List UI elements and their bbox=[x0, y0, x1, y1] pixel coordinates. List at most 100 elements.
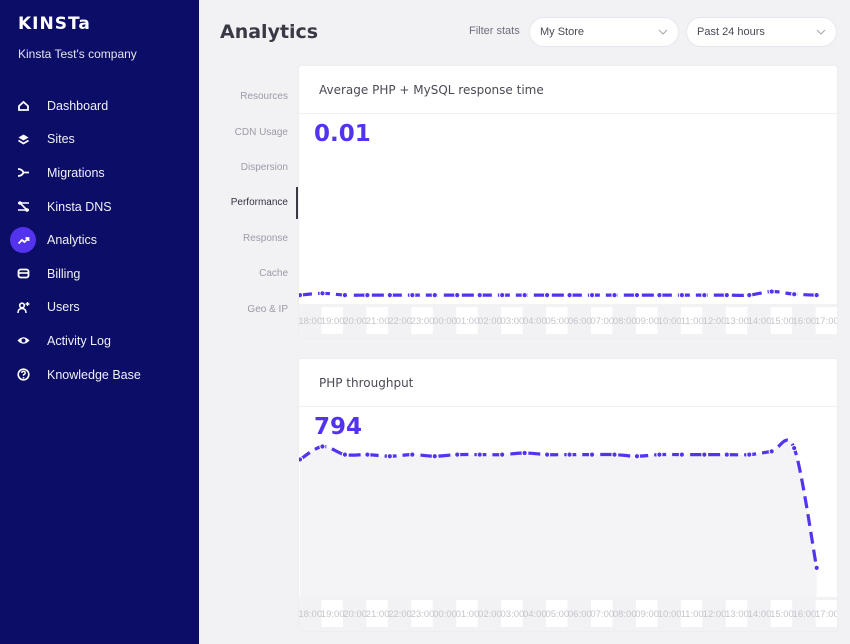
x-tick-label: 13:00 bbox=[725, 316, 749, 327]
x-tick-label: 18:00 bbox=[299, 609, 322, 620]
filter-stats-label: Filter stats bbox=[469, 25, 520, 37]
data-point-18:00 bbox=[299, 292, 304, 299]
x-tick-label: 08:00 bbox=[613, 609, 637, 620]
data-point-13:00 bbox=[723, 292, 730, 299]
data-point-20:00 bbox=[341, 451, 349, 458]
x-tick-label: 02:00 bbox=[478, 609, 502, 620]
data-point-11:00 bbox=[678, 451, 685, 458]
subnav-cdn-usage[interactable]: CDN Usage bbox=[199, 114, 298, 149]
data-point-14:00 bbox=[746, 451, 753, 458]
sidebar-item-users[interactable]: Users bbox=[0, 291, 199, 325]
data-point-19:00 bbox=[319, 290, 326, 297]
x-tick-label: 21:00 bbox=[366, 609, 390, 620]
x-tick-label: 09:00 bbox=[635, 316, 659, 327]
page-title: Analytics bbox=[220, 21, 319, 43]
x-tick-label: 03:00 bbox=[501, 316, 525, 327]
range-select[interactable]: Past 24 hours bbox=[686, 17, 837, 47]
subnav-performance[interactable]: Performance bbox=[199, 185, 298, 220]
sidebar-item-activity-log[interactable]: Activity Log bbox=[0, 324, 199, 358]
sidebar-item-billing[interactable]: Billing bbox=[0, 257, 199, 291]
x-tick-label: 04:00 bbox=[523, 609, 547, 620]
data-point-04:00 bbox=[521, 292, 528, 299]
subnav-cache[interactable]: Cache bbox=[199, 256, 298, 291]
x-tick-label: 11:00 bbox=[681, 609, 704, 620]
sidebar-item-label: Dashboard bbox=[47, 98, 109, 113]
sidebar-item-label: Billing bbox=[47, 266, 81, 281]
data-point-16:00 bbox=[791, 291, 798, 298]
x-tick-label: 17:00 bbox=[815, 316, 837, 327]
sidebar-item-label: Kinsta DNS bbox=[47, 199, 112, 214]
data-point-23:00 bbox=[409, 292, 416, 299]
data-point-21:00 bbox=[364, 292, 371, 299]
x-tick-label: 01:00 bbox=[456, 609, 480, 620]
x-tick-label: 09:00 bbox=[635, 609, 659, 620]
x-tick-label: 10:00 bbox=[658, 316, 682, 327]
x-tick-label: 03:00 bbox=[501, 609, 525, 620]
data-point-06:00 bbox=[566, 451, 573, 458]
x-tick-label: 05:00 bbox=[545, 609, 569, 620]
data-point-05:00 bbox=[543, 292, 551, 299]
company-name[interactable]: Kinsta Test's company bbox=[18, 47, 137, 61]
data-point-04:00 bbox=[521, 449, 528, 457]
data-point-13:00 bbox=[723, 451, 730, 458]
data-point-10:00 bbox=[656, 451, 663, 458]
data-point-21:00 bbox=[364, 451, 371, 458]
x-tick-label: 17:00 bbox=[815, 609, 837, 620]
data-point-09:00 bbox=[633, 453, 641, 460]
data-point-02:00 bbox=[476, 451, 483, 458]
data-point-07:00 bbox=[588, 451, 596, 458]
data-point-05:00 bbox=[543, 451, 551, 458]
x-tick-label: 23:00 bbox=[411, 609, 435, 620]
data-point-08:00 bbox=[611, 292, 618, 299]
x-tick-label: 20:00 bbox=[343, 609, 367, 620]
data-point-16:00 bbox=[791, 445, 798, 452]
data-point-17:00 bbox=[813, 564, 820, 571]
chevron-down-icon bbox=[658, 29, 668, 35]
x-tick-label: 21:00 bbox=[366, 316, 390, 327]
data-point-03:00 bbox=[499, 451, 506, 458]
main-content: Analytics Filter stats My Store Past 24 … bbox=[199, 0, 850, 644]
sidebar-item-migrations[interactable]: Migrations bbox=[0, 156, 199, 190]
x-tick-label: 12:00 bbox=[703, 316, 727, 327]
sidebar-item-dashboard[interactable]: Dashboard bbox=[0, 89, 199, 123]
x-tick-label: 14:00 bbox=[748, 316, 772, 327]
data-point-06:00 bbox=[566, 292, 573, 299]
sidebar-item-label: Analytics bbox=[47, 233, 98, 248]
sidebar-item-analytics[interactable]: Analytics bbox=[0, 223, 199, 257]
dns-icon bbox=[10, 194, 36, 220]
site-select[interactable]: My Store bbox=[529, 17, 679, 47]
x-tick-label: 15:00 bbox=[770, 316, 794, 327]
data-point-09:00 bbox=[633, 292, 641, 299]
x-tick-label: 19:00 bbox=[321, 609, 345, 620]
sidebar-item-kinsta-dns[interactable]: Kinsta DNS bbox=[0, 190, 199, 224]
sidebar-item-sites[interactable]: Sites bbox=[0, 123, 199, 157]
subnav-dispersion[interactable]: Dispersion bbox=[199, 150, 298, 185]
x-tick-label: 20:00 bbox=[343, 316, 367, 327]
eye-icon bbox=[10, 328, 36, 354]
data-point-11:00 bbox=[678, 292, 685, 299]
subnav-response[interactable]: Response bbox=[199, 221, 298, 256]
x-tick-label: 00:00 bbox=[433, 609, 457, 620]
area-fill bbox=[300, 440, 817, 597]
sidebar-item-label: Activity Log bbox=[47, 333, 111, 348]
x-tick-label: 14:00 bbox=[748, 609, 772, 620]
x-tick-label: 22:00 bbox=[388, 316, 412, 327]
subnav-resources[interactable]: Resources bbox=[199, 79, 298, 114]
data-point-03:00 bbox=[499, 292, 506, 299]
sidebar: KINSTa Kinsta Test's company Dashboard Si… bbox=[0, 0, 199, 644]
card-icon bbox=[10, 261, 36, 287]
data-point-00:00 bbox=[431, 292, 438, 299]
data-point-01:00 bbox=[454, 292, 461, 299]
x-tick-label: 12:00 bbox=[703, 609, 727, 620]
x-tick-label: 10:00 bbox=[658, 609, 682, 620]
x-tick-label: 23:00 bbox=[411, 316, 435, 327]
sidebar-nav: Dashboard Sites Migrations Kinsta DNS Analyt… bbox=[0, 89, 199, 391]
data-point-10:00 bbox=[656, 292, 663, 299]
subnav-geo-ip[interactable]: Geo & IP bbox=[199, 291, 298, 326]
x-tick-label: 22:00 bbox=[388, 609, 412, 620]
data-point-01:00 bbox=[454, 451, 461, 458]
kinsta-logo[interactable]: KINSTa bbox=[18, 14, 91, 34]
sidebar-item-knowledge-base[interactable]: Knowledge Base bbox=[0, 358, 199, 392]
x-tick-label: 13:00 bbox=[725, 609, 749, 620]
x-tick-label: 01:00 bbox=[456, 316, 480, 327]
